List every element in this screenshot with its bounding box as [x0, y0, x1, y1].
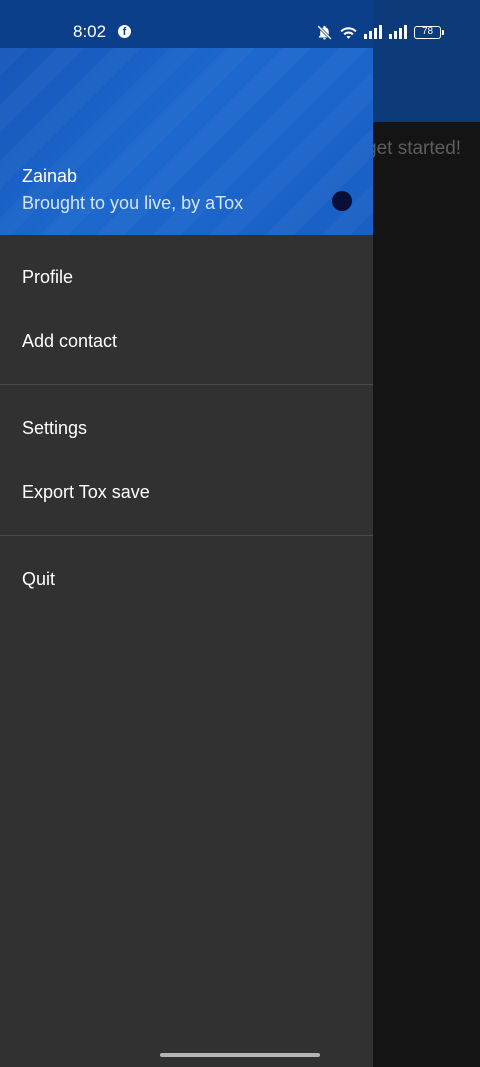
- drawer-header[interactable]: Zainab Brought to you live, by aTox: [0, 48, 373, 235]
- notifications-muted-icon: [316, 24, 333, 41]
- navigation-drawer: Zainab Brought to you live, by aTox Prof…: [0, 0, 373, 1067]
- battery-icon: 78: [414, 25, 444, 39]
- menu-divider: [0, 384, 373, 385]
- menu-item-label: Add contact: [22, 331, 118, 351]
- menu-item-export-tox-save[interactable]: Export Tox save: [0, 464, 373, 520]
- facebook-notification-icon: f: [118, 25, 131, 38]
- menu-item-profile[interactable]: Profile: [0, 249, 373, 305]
- user-status-message: Brought to you live, by aTox: [22, 193, 244, 213]
- status-time: 8:02: [73, 22, 107, 41]
- get-started-hint: get started!: [366, 138, 462, 159]
- menu-item-quit[interactable]: Quit: [0, 551, 373, 607]
- menu-item-settings[interactable]: Settings: [0, 400, 373, 456]
- screen: get started! Zainab Brought to you live,…: [0, 0, 480, 1067]
- home-indicator[interactable]: [160, 1053, 320, 1057]
- connection-status-dot: [332, 191, 352, 211]
- menu-item-label: Export Tox save: [22, 482, 150, 502]
- user-name: Zainab: [22, 166, 78, 186]
- menu-item-add-contact[interactable]: Add contact: [0, 313, 373, 369]
- wifi-icon: [339, 24, 358, 40]
- status-icons: 78: [316, 22, 444, 42]
- menu-divider: [0, 535, 373, 536]
- status-bar: 8:02 f 78: [0, 0, 480, 48]
- menu-item-label: Settings: [22, 418, 88, 438]
- cellular-signal-icon-2: [389, 25, 408, 39]
- menu-item-label: Profile: [22, 267, 74, 287]
- menu-item-label: Quit: [22, 569, 56, 589]
- cellular-signal-icon: [364, 25, 383, 39]
